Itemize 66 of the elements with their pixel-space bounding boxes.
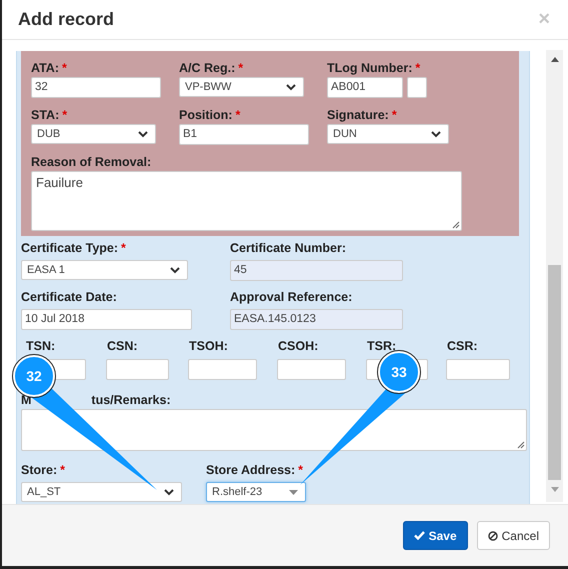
combo-field[interactable]: R.shelf-23 <box>206 482 306 502</box>
caret-down-icon <box>289 490 298 494</box>
readonly-field: 45 <box>230 260 403 281</box>
required-mark: * <box>60 463 65 477</box>
select-field[interactable]: DUB <box>31 124 156 144</box>
field-label: TLog Number: <box>327 61 412 75</box>
field-label: Position: <box>179 108 232 122</box>
required-mark: * <box>62 108 68 122</box>
input-field[interactable] <box>446 359 510 380</box>
callout-number: 33 <box>391 364 407 380</box>
input-field[interactable] <box>407 77 427 98</box>
input-field[interactable] <box>188 359 257 380</box>
checkmark-icon <box>414 531 425 540</box>
input-field[interactable]: AB001 <box>327 77 404 98</box>
field-label: Store Address: <box>206 463 296 477</box>
field-label: TSOH: <box>189 339 228 353</box>
resize-grip-icon <box>517 441 525 449</box>
no-entry-icon <box>488 530 498 540</box>
required-mark: * <box>415 61 420 75</box>
callout-number: 32 <box>26 368 42 384</box>
readonly-field: EASA.145.0123 <box>230 309 403 330</box>
field-label: Approval Reference: <box>230 290 352 304</box>
field-label: ATA: <box>31 61 59 75</box>
chevron-down-icon <box>170 266 180 274</box>
field-label: Certificate Date: <box>21 290 117 304</box>
field-label: Certificate Type: <box>21 241 118 255</box>
cancel-button[interactable]: Cancel <box>476 521 550 550</box>
field-label: Reason of Removal: <box>31 155 152 169</box>
select-field[interactable]: DUN <box>327 124 449 144</box>
required-mark: * <box>238 61 244 75</box>
field-label: TSN: <box>26 339 56 353</box>
input-field[interactable] <box>277 359 346 380</box>
field-label: CSN: <box>107 339 138 353</box>
field-label: STA: <box>31 108 60 122</box>
required-mark: * <box>298 463 304 477</box>
field-label: CSOH: <box>278 339 318 353</box>
required-mark: * <box>121 241 126 255</box>
field-label: CSR: <box>447 339 478 353</box>
select-field[interactable]: EASA 1 <box>21 260 188 280</box>
field-label: tus/Remarks: <box>91 393 171 408</box>
chevron-down-icon <box>138 130 148 138</box>
input-field[interactable]: 32 <box>31 77 161 98</box>
arrow-up-icon[interactable] <box>550 57 558 62</box>
field-label: A/C Reg.: <box>179 61 236 75</box>
field-label: TSR: <box>367 339 396 353</box>
select-field[interactable]: AL_ST <box>21 482 182 502</box>
input-field[interactable]: B1 <box>179 124 309 145</box>
field-label: Certificate Number: <box>230 241 346 255</box>
scrollbar[interactable] <box>546 50 563 502</box>
save-button[interactable]: Save <box>402 521 468 550</box>
dialog-title: Add record <box>18 9 114 30</box>
input-field[interactable] <box>106 359 169 380</box>
chevron-down-icon <box>164 488 174 496</box>
input-field[interactable]: 10 Jul 2018 <box>21 309 192 330</box>
chevron-down-icon <box>431 130 441 138</box>
required-mark: * <box>62 61 67 75</box>
reason-textarea[interactable]: Fauilure <box>31 171 462 231</box>
resize-grip-icon <box>452 221 460 229</box>
arrow-down-icon[interactable] <box>550 487 558 492</box>
field-label: Store: <box>21 463 58 477</box>
chevron-down-icon <box>286 84 296 90</box>
required-mark: * <box>235 108 240 122</box>
select-field[interactable]: VP-BWW <box>179 77 304 97</box>
remarks-textarea[interactable] <box>21 409 527 451</box>
field-label: Signature: <box>327 108 389 122</box>
required-mark: * <box>392 108 397 122</box>
